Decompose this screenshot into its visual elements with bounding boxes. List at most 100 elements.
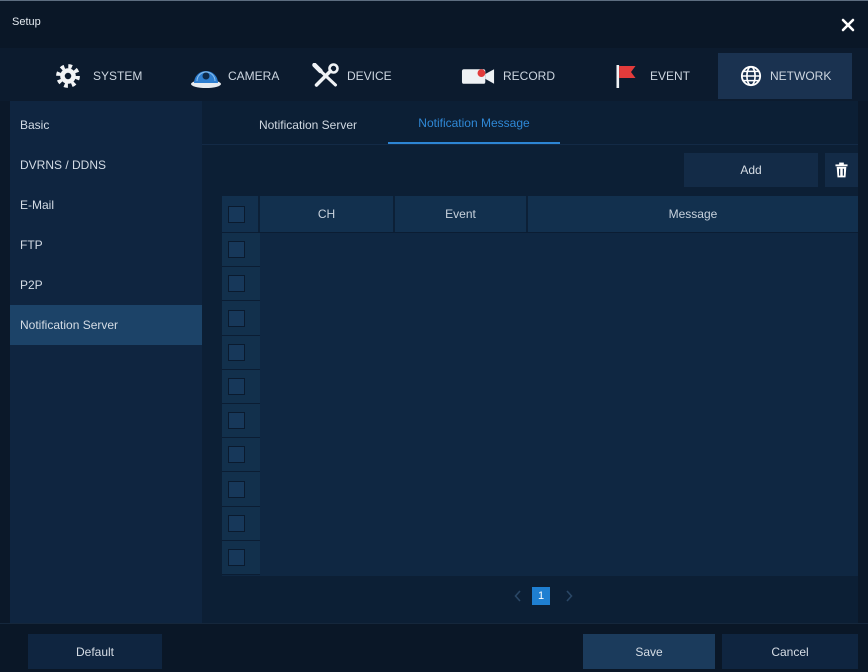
- close-icon: [841, 18, 855, 32]
- main-panel: Notification Server Notification Message…: [202, 101, 858, 623]
- table-row[interactable]: [222, 472, 858, 507]
- row-checkbox-cell: [222, 540, 260, 576]
- gear-icon: [55, 63, 81, 89]
- table-row[interactable]: [222, 335, 858, 370]
- globe-icon: [740, 65, 762, 87]
- notification-message-table: CH Event Message: [222, 196, 858, 576]
- table-row[interactable]: [222, 369, 858, 405]
- row-checkbox[interactable]: [228, 446, 245, 464]
- row-ch-cell: [260, 472, 395, 506]
- default-button[interactable]: Default: [28, 634, 162, 669]
- row-message-cell: [528, 404, 858, 438]
- row-checkbox-cell: [222, 233, 260, 268]
- column-header-event[interactable]: Event: [395, 196, 528, 232]
- row-checkbox[interactable]: [228, 241, 245, 259]
- column-header-message[interactable]: Message: [528, 196, 858, 232]
- row-checkbox[interactable]: [228, 548, 245, 566]
- sidebar-item-notification-server[interactable]: Notification Server: [10, 305, 202, 345]
- subtab-notification-server[interactable]: Notification Server: [238, 105, 378, 145]
- row-checkbox-cell: [222, 404, 260, 439]
- add-button[interactable]: Add: [684, 153, 818, 187]
- table-row[interactable]: [222, 540, 858, 576]
- row-checkbox[interactable]: [228, 412, 245, 430]
- row-message-cell: [528, 233, 858, 267]
- row-event-cell: [395, 507, 528, 541]
- tab-network[interactable]: NETWORK: [718, 53, 852, 99]
- pagination: 1: [202, 585, 858, 607]
- sidebar-item-basic[interactable]: Basic: [10, 105, 202, 145]
- main-tab-bar: SYSTEM CAMERA DEVICE RECORD EVENT NETWOR…: [0, 48, 868, 101]
- table-row[interactable]: [222, 233, 858, 268]
- row-message-cell: [528, 541, 858, 575]
- table-row[interactable]: [222, 506, 858, 541]
- select-all-checkbox[interactable]: [228, 205, 245, 223]
- row-ch-cell: [260, 267, 395, 301]
- tab-device[interactable]: DEVICE: [311, 53, 392, 99]
- window-title: Setup: [12, 16, 41, 28]
- row-ch-cell: [260, 507, 395, 541]
- sidebar-item-p2p[interactable]: P2P: [10, 265, 202, 305]
- sidebar-item-dvrns-ddns[interactable]: DVRNS / DDNS: [10, 145, 202, 185]
- row-message-cell: [528, 472, 858, 506]
- prev-page-button[interactable]: [511, 587, 525, 605]
- table-body: [222, 233, 858, 576]
- next-page-button[interactable]: [562, 587, 576, 605]
- row-checkbox-cell: [222, 301, 260, 336]
- chevron-right-icon: [566, 590, 573, 602]
- row-event-cell: [395, 438, 528, 472]
- row-ch-cell: [260, 541, 395, 575]
- tab-label: NETWORK: [770, 69, 832, 83]
- sidebar-item-ftp[interactable]: FTP: [10, 225, 202, 265]
- table-row[interactable]: [222, 267, 858, 302]
- close-button[interactable]: [838, 15, 858, 35]
- tab-label: CAMERA: [228, 69, 280, 83]
- row-ch-cell: [260, 438, 395, 472]
- row-event-cell: [395, 336, 528, 370]
- row-checkbox[interactable]: [228, 514, 245, 532]
- table-row[interactable]: [222, 404, 858, 439]
- row-event-cell: [395, 541, 528, 575]
- tab-record[interactable]: RECORD: [461, 53, 555, 99]
- sidebar-item-email[interactable]: E-Mail: [10, 185, 202, 225]
- cancel-button[interactable]: Cancel: [722, 634, 858, 669]
- row-event-cell: [395, 301, 528, 335]
- tab-label: SYSTEM: [93, 69, 143, 83]
- save-button[interactable]: Save: [583, 634, 715, 669]
- row-event-cell: [395, 370, 528, 404]
- row-checkbox-cell: [222, 369, 260, 405]
- row-checkbox-cell: [222, 335, 260, 370]
- column-header-ch[interactable]: CH: [260, 196, 395, 232]
- row-checkbox-cell: [222, 506, 260, 541]
- row-ch-cell: [260, 404, 395, 438]
- tab-camera[interactable]: CAMERA: [190, 53, 279, 99]
- tab-event[interactable]: EVENT: [613, 53, 690, 99]
- page-button[interactable]: 1: [532, 587, 550, 605]
- row-event-cell: [395, 267, 528, 301]
- table-row[interactable]: [222, 438, 858, 473]
- table-row[interactable]: [222, 301, 858, 336]
- row-message-cell: [528, 267, 858, 301]
- tools-icon: [311, 63, 342, 89]
- select-all-cell: [222, 196, 260, 232]
- row-checkbox[interactable]: [228, 309, 245, 327]
- row-checkbox-cell: [222, 267, 260, 302]
- row-event-cell: [395, 472, 528, 506]
- row-checkbox[interactable]: [228, 377, 245, 395]
- footer-bar: Default Save Cancel: [0, 623, 868, 672]
- row-checkbox[interactable]: [228, 480, 245, 498]
- tab-system[interactable]: SYSTEM: [55, 53, 142, 99]
- row-checkbox-cell: [222, 472, 260, 507]
- table-header: CH Event Message: [222, 196, 858, 233]
- tab-label: DEVICE: [347, 69, 392, 83]
- row-ch-cell: [260, 301, 395, 335]
- row-message-cell: [528, 336, 858, 370]
- subtab-notification-message[interactable]: Notification Message: [388, 105, 560, 145]
- row-checkbox[interactable]: [228, 343, 245, 361]
- row-checkbox[interactable]: [228, 275, 245, 293]
- row-message-cell: [528, 507, 858, 541]
- row-message-cell: [528, 438, 858, 472]
- row-checkbox-cell: [222, 438, 260, 473]
- camera-icon: [190, 63, 222, 89]
- row-event-cell: [395, 404, 528, 438]
- delete-button[interactable]: [825, 153, 858, 187]
